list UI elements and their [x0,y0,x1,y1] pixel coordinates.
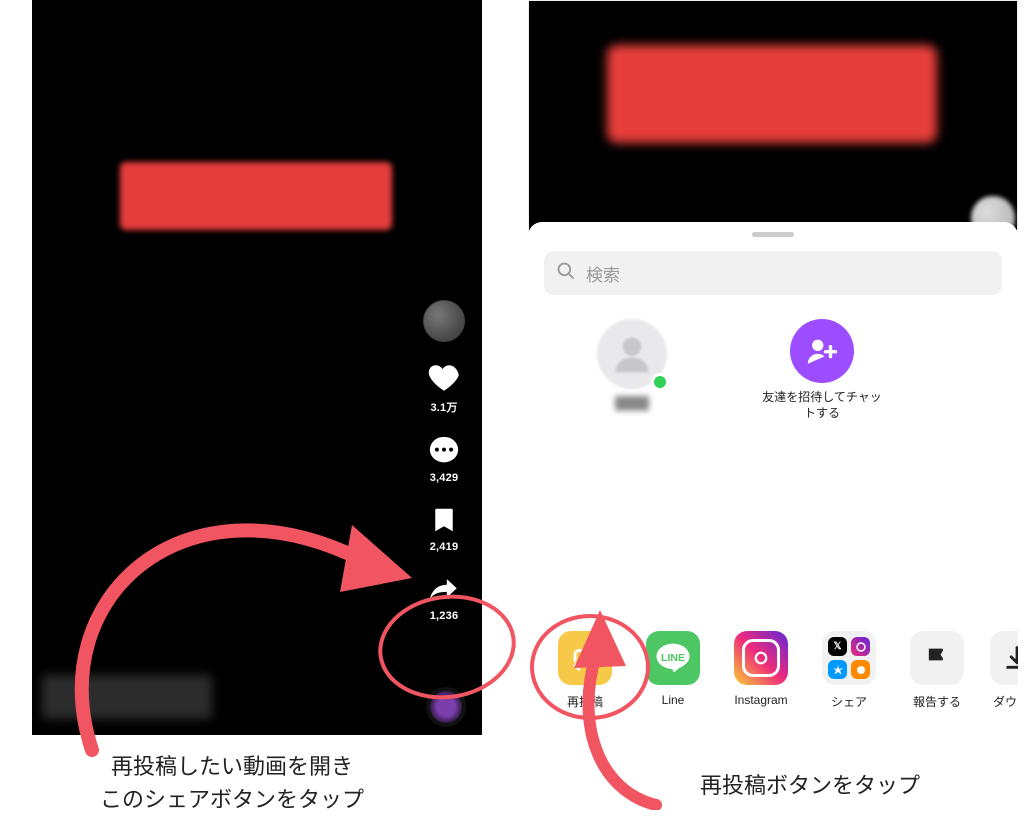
phone-left: 3.1万 3,429 2,419 1,236 [32,0,482,735]
report-label: 報告する [913,693,961,710]
share-button[interactable]: 1,236 [426,571,462,622]
download-icon [990,631,1018,685]
comment-count: 3,429 [430,472,459,484]
sheet-grabber[interactable] [752,232,794,237]
like-button[interactable]: 3.1万 [426,360,462,415]
repost-button[interactable]: 再投稿 [552,631,618,710]
invite-plus-icon [790,319,854,383]
comment-button[interactable]: 3,429 [426,433,462,484]
censored-text-right [607,45,937,143]
flag-icon [910,631,964,685]
line-button[interactable]: LINE Line [640,631,706,710]
comment-icon [426,433,462,469]
creator-avatar[interactable] [423,300,465,342]
share-sheet: 検索 ████ 友達を招待してチャットする [528,222,1018,720]
instagram-label: Instagram [734,693,787,707]
more-share-button[interactable]: 𝕏 シェア [816,631,882,710]
caption1-line2: このシェアボタンをタップ [52,783,412,816]
music-disc-icon[interactable] [426,687,466,727]
like-count: 3.1万 [430,399,457,415]
video-preview-area [528,0,1018,232]
annotation-caption-right: 再投稿ボタンをタップ [700,768,920,800]
annotation-caption-left: 再投稿したい動画を開き このシェアボタンをタップ [52,750,412,816]
contact-item-blurred[interactable]: ████ [572,319,692,421]
search-placeholder: 検索 [586,261,620,286]
download-label: ダウンロ [993,693,1018,710]
share-label: シェア [831,693,867,710]
line-label: Line [662,693,685,707]
video-action-sidebar: 3.1万 3,429 2,419 1,236 [414,300,474,622]
share-grid-icon: 𝕏 [822,631,876,685]
instagram-icon [734,631,788,685]
svg-text:LINE: LINE [661,652,685,664]
censored-text-left [120,162,392,230]
report-button[interactable]: 報告する [904,631,970,710]
share-count: 1,236 [430,610,459,622]
bookmark-button[interactable]: 2,419 [426,502,462,553]
search-icon [556,261,576,286]
share-action-row: 再投稿 LINE Line Instagram 𝕏 [528,631,1018,710]
heart-icon [426,360,462,396]
search-input[interactable]: 検索 [544,251,1002,295]
instagram-button[interactable]: Instagram [728,631,794,710]
bookmark-icon [426,502,462,538]
repost-icon [558,631,612,685]
contact-row: ████ 友達を招待してチャットする [528,319,1018,421]
download-button[interactable]: ダウンロ [992,631,1018,710]
online-dot-icon [651,373,669,391]
contact-name-blurred: ████ [615,395,649,411]
video-caption-blurred [42,675,212,719]
bookmark-count: 2,419 [430,541,459,553]
invite-label: 友達を招待してチャットする [762,389,882,421]
line-icon: LINE [646,631,700,685]
repost-label: 再投稿 [567,693,603,710]
share-arrow-icon [426,571,462,607]
invite-friends-button[interactable]: 友達を招待してチャットする [762,319,882,421]
phone-right: 検索 ████ 友達を招待してチャットする [528,0,1018,720]
caption1-line1: 再投稿したい動画を開き [52,750,412,783]
